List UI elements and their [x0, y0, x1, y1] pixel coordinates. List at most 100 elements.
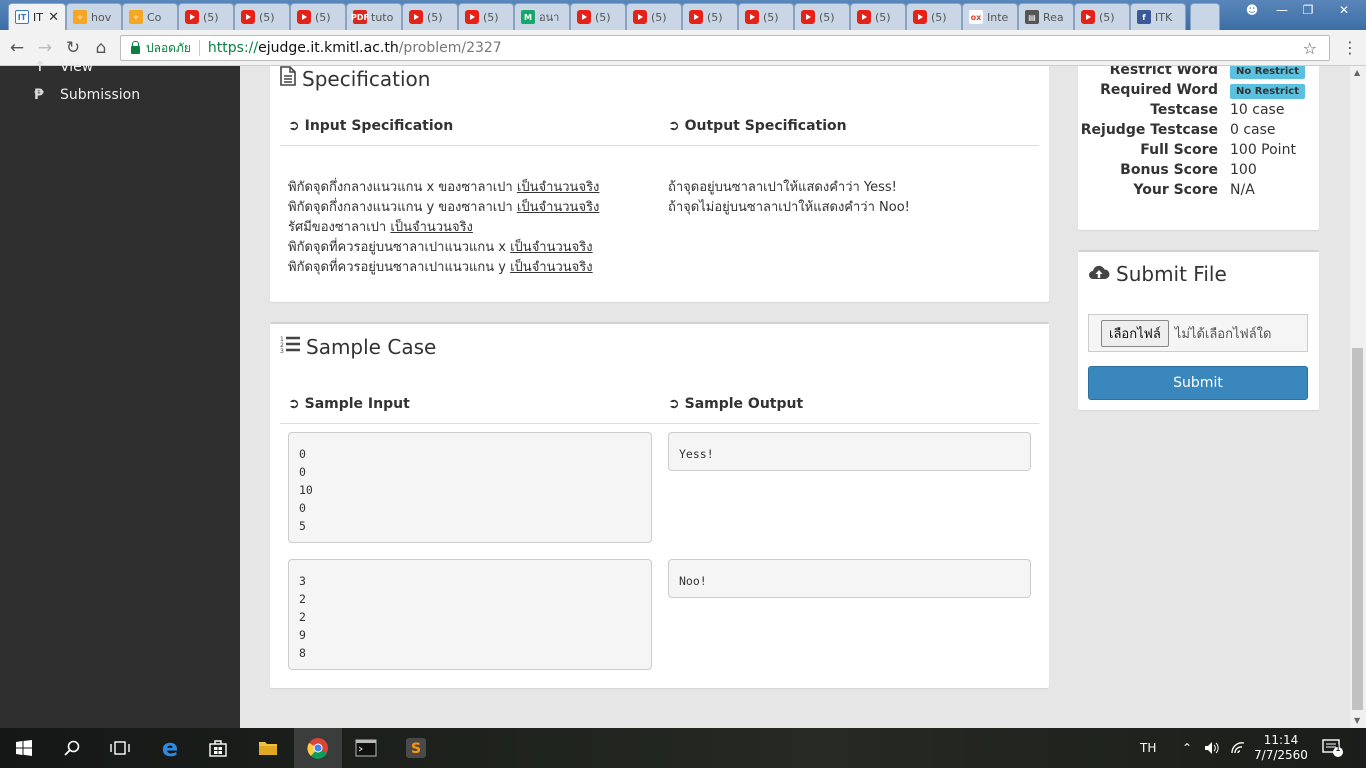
output-specification-header: ➲ Output Specification — [668, 118, 847, 134]
youtube-icon — [185, 10, 199, 24]
info-row: Required Word No Restrict — [1078, 82, 1318, 102]
input-language[interactable]: TH — [1140, 728, 1156, 768]
status-badge: No Restrict — [1230, 84, 1306, 99]
task-view-icon[interactable] — [96, 728, 144, 768]
command-prompt-icon[interactable] — [342, 728, 390, 768]
user-icon[interactable]: ☻ — [1238, 0, 1266, 20]
tab-title: (5) — [931, 10, 947, 24]
info-label: Restrict Word — [1109, 66, 1218, 78]
minimize-button[interactable]: — — [1268, 0, 1296, 20]
chrome-icon[interactable] — [294, 728, 342, 768]
window-close-button[interactable]: ✕ — [1322, 0, 1366, 20]
browser-tab[interactable]: ox Inte — [962, 3, 1018, 30]
status-badge: No Restrict — [1230, 66, 1306, 79]
browser-tab[interactable]: (5) — [906, 3, 962, 30]
tab-title: (5) — [595, 10, 611, 24]
no-file-label: ไม่ได้เลือกไฟล์ใด — [1174, 326, 1272, 342]
browser-tab[interactable]: ✧ Co — [122, 3, 178, 30]
tab-title: Co — [147, 10, 162, 24]
tab-title: Inte — [987, 10, 1009, 24]
sample-output-header: ➲ Sample Output — [668, 396, 804, 412]
info-row: Restrict Word No Restrict — [1078, 66, 1318, 82]
restore-button[interactable]: ❐ — [1294, 0, 1322, 20]
tab-title: Rea — [1043, 10, 1064, 24]
browser-tab[interactable]: (5) — [570, 3, 626, 30]
browser-tab[interactable]: M อนา — [514, 3, 570, 30]
browser-tab[interactable]: f ITK — [1130, 3, 1186, 30]
specification-panel: Specification ➲ Input Specification ➲ Ou… — [270, 66, 1049, 302]
browser-tab[interactable]: IT IT ✕ — [8, 3, 66, 30]
input-spec-line: รัศมีของซาลาเปา เป็นจำนวนจริง — [288, 220, 473, 235]
file-input[interactable]: เลือกไฟล์ ไม่ได้เลือกไฟล์ใด — [1088, 314, 1308, 352]
browser-tab[interactable]: (5) — [626, 3, 682, 30]
close-tab-icon[interactable]: ✕ — [48, 10, 59, 25]
youtube-icon — [857, 10, 871, 24]
browser-tab[interactable]: ▤ Rea — [1018, 3, 1074, 30]
notification-center-icon[interactable]: 1 — [1322, 728, 1344, 768]
menu-icon[interactable]: ⋮ — [1342, 38, 1358, 57]
edge-icon[interactable]: e — [146, 728, 194, 768]
scroll-down-icon[interactable]: ▼ — [1354, 716, 1360, 725]
sidebar-item-submission[interactable]: ₱ Submission — [0, 80, 240, 110]
new-tab-button[interactable] — [1190, 3, 1220, 30]
info-row: Your Score N/A — [1078, 182, 1318, 202]
document-icon — [280, 66, 296, 91]
info-value: 100 Point — [1230, 142, 1296, 158]
sign-in-icon: ➲ — [288, 118, 300, 134]
sign-in-icon: ➲ — [288, 396, 300, 412]
browser-tab[interactable]: (5) — [234, 3, 290, 30]
sidebar-item-view[interactable]: ↑ View — [0, 52, 240, 82]
file-explorer-icon[interactable] — [244, 728, 292, 768]
youtube-icon — [577, 10, 591, 24]
store-icon[interactable] — [194, 728, 242, 768]
p-icon: ₱ — [34, 87, 44, 103]
choose-file-button[interactable]: เลือกไฟล์ — [1101, 319, 1169, 347]
cloud-upload-icon — [1088, 262, 1110, 286]
ox-icon: ox — [969, 10, 983, 24]
browser-tab[interactable]: (5) — [1074, 3, 1130, 30]
youtube-icon — [633, 10, 647, 24]
orange-icon: ✧ — [129, 10, 143, 24]
browser-tab[interactable]: (5) — [290, 3, 346, 30]
bookmark-star-icon[interactable]: ☆ — [1303, 39, 1317, 58]
windows-taskbar: e S TH ⌃ 11:14 7/7/2560 1 — [0, 728, 1366, 768]
info-row: Rejudge Testcase 0 case — [1078, 122, 1318, 142]
wifi-icon[interactable] — [1230, 728, 1246, 768]
submit-button[interactable]: Submit — [1088, 366, 1308, 400]
info-value: 100 — [1230, 162, 1257, 178]
browser-tab[interactable]: PDF tuto — [346, 3, 402, 30]
sample-input-header: ➲ Sample Input — [288, 396, 410, 412]
orange-icon: ✧ — [73, 10, 87, 24]
input-specification-header: ➲ Input Specification — [288, 118, 454, 134]
sign-out-icon: ➲ — [668, 396, 680, 412]
tab-title: IT — [33, 10, 43, 24]
scroll-up-icon[interactable]: ▲ — [1354, 68, 1360, 77]
output-spec-line: ถ้าจุดไม่อยู่บนซาลาเปาให้แสดงคำว่า Noo! — [668, 200, 910, 215]
page-scrollbar[interactable]: ▲ ▼ — [1350, 66, 1366, 728]
browser-tab[interactable]: (5) — [178, 3, 234, 30]
browser-tab[interactable]: (5) — [458, 3, 514, 30]
browser-tab[interactable]: (5) — [682, 3, 738, 30]
info-label: Testcase — [1150, 102, 1218, 118]
sublime-text-icon[interactable]: S — [392, 728, 440, 768]
chevron-up-icon[interactable]: ⌃ — [1182, 728, 1192, 768]
info-label: Rejudge Testcase — [1080, 122, 1218, 138]
sample-case-panel: 123 Sample Case ➲ Sample Input ➲ Sample … — [270, 322, 1049, 688]
address-bar[interactable]: ปลอดภัย https:// ejudge.it.kmitl.ac.th /… — [120, 35, 1330, 61]
windows-start-icon[interactable] — [0, 728, 48, 768]
search-icon[interactable] — [48, 728, 96, 768]
scrollbar-thumb[interactable] — [1352, 348, 1363, 710]
url-host: ejudge.it.kmitl.ac.th — [258, 40, 399, 56]
browser-tab[interactable]: (5) — [738, 3, 794, 30]
browser-tab[interactable]: (5) — [850, 3, 906, 30]
volume-icon[interactable] — [1204, 728, 1220, 768]
tab-title: (5) — [707, 10, 723, 24]
sample-output-2: Noo! — [668, 559, 1031, 598]
tab-title: (5) — [819, 10, 835, 24]
browser-tab[interactable]: (5) — [794, 3, 850, 30]
clock[interactable]: 11:14 7/7/2560 — [1254, 728, 1308, 768]
clock-time: 11:14 — [1263, 733, 1299, 747]
browser-tab[interactable]: ✧ hov — [66, 3, 122, 30]
browser-tab[interactable]: (5) — [402, 3, 458, 30]
sidebar: ↑ View ₱ Submission — [0, 59, 240, 728]
